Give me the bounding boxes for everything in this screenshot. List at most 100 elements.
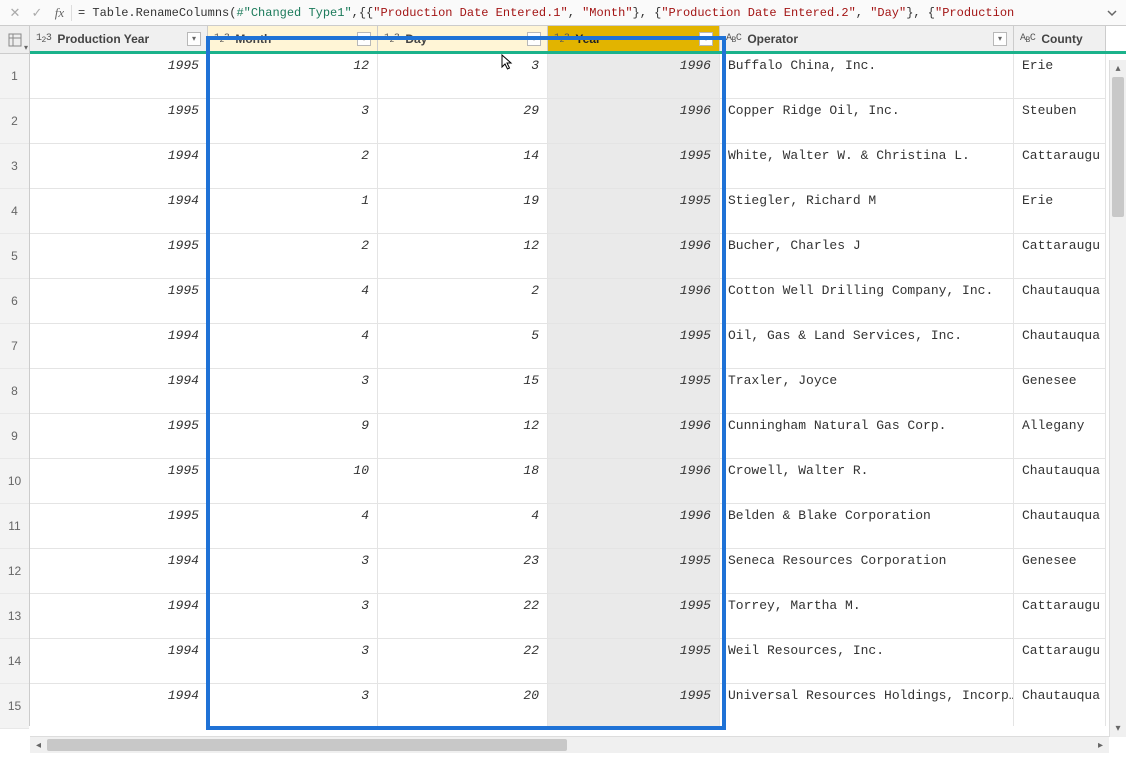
- formula-input[interactable]: = Table.RenameColumns(#"Changed Type1",{…: [78, 6, 1102, 20]
- cell-day[interactable]: 18: [378, 459, 548, 504]
- cell-day[interactable]: 3: [378, 54, 548, 99]
- row-number[interactable]: 10: [0, 459, 29, 504]
- cell-production-year[interactable]: 1994: [30, 189, 208, 234]
- row-number[interactable]: 1: [0, 54, 29, 99]
- column-header-day[interactable]: 123 Day ▾: [378, 26, 548, 51]
- table-options-button[interactable]: ▾: [0, 26, 29, 54]
- cell-county[interactable]: Genesee: [1014, 549, 1106, 594]
- scroll-track[interactable]: [47, 737, 1092, 753]
- cell-production-year[interactable]: 1995: [30, 459, 208, 504]
- cell-day[interactable]: 4: [378, 504, 548, 549]
- cell-day[interactable]: 12: [378, 234, 548, 279]
- cell-production-year[interactable]: 1994: [30, 639, 208, 684]
- cell-county[interactable]: Chautauqua: [1014, 279, 1106, 324]
- filter-button[interactable]: ▾: [357, 32, 371, 46]
- cell-operator[interactable]: Traxler, Joyce: [720, 369, 1014, 414]
- cell-operator[interactable]: Universal Resources Holdings, Incorp…: [720, 684, 1014, 726]
- vertical-scrollbar[interactable]: ▴ ▾: [1109, 60, 1126, 737]
- cell-day[interactable]: 15: [378, 369, 548, 414]
- cell-month[interactable]: 3: [208, 639, 378, 684]
- filter-button[interactable]: ▾: [699, 32, 713, 46]
- row-number[interactable]: 8: [0, 369, 29, 414]
- cell-year[interactable]: 1996: [548, 459, 720, 504]
- cell-year[interactable]: 1996: [548, 99, 720, 144]
- cancel-formula-button[interactable]: ✕: [4, 2, 26, 24]
- cell-year[interactable]: 1995: [548, 324, 720, 369]
- table-row[interactable]: 19959121996Cunningham Natural Gas Corp.A…: [30, 414, 1126, 459]
- table-row[interactable]: 19953291996Copper Ridge Oil, Inc.Steuben: [30, 99, 1126, 144]
- table-row[interactable]: 19943221995Torrey, Martha M.Cattaraugu: [30, 594, 1126, 639]
- table-row[interactable]: 19943151995Traxler, JoyceGenesee: [30, 369, 1126, 414]
- cell-county[interactable]: Erie: [1014, 54, 1106, 99]
- cell-operator[interactable]: Seneca Resources Corporation: [720, 549, 1014, 594]
- cell-month[interactable]: 4: [208, 504, 378, 549]
- cell-county[interactable]: Cattaraugu: [1014, 639, 1106, 684]
- cell-year[interactable]: 1996: [548, 504, 720, 549]
- scroll-track[interactable]: [1110, 77, 1126, 720]
- cell-production-year[interactable]: 1994: [30, 144, 208, 189]
- row-number[interactable]: 7: [0, 324, 29, 369]
- cell-day[interactable]: 19: [378, 189, 548, 234]
- row-number[interactable]: 2: [0, 99, 29, 144]
- cell-day[interactable]: 20: [378, 684, 548, 726]
- cell-day[interactable]: 22: [378, 594, 548, 639]
- cell-month[interactable]: 10: [208, 459, 378, 504]
- cell-operator[interactable]: Buffalo China, Inc.: [720, 54, 1014, 99]
- cell-production-year[interactable]: 1994: [30, 324, 208, 369]
- table-row[interactable]: 199510181996Crowell, Walter R.Chautauqua: [30, 459, 1126, 504]
- scroll-thumb[interactable]: [1112, 77, 1124, 217]
- row-number[interactable]: 15: [0, 684, 29, 729]
- scroll-down-button[interactable]: ▾: [1110, 720, 1126, 737]
- cell-day[interactable]: 12: [378, 414, 548, 459]
- cell-operator[interactable]: Torrey, Martha M.: [720, 594, 1014, 639]
- cell-production-year[interactable]: 1994: [30, 684, 208, 726]
- cell-day[interactable]: 29: [378, 99, 548, 144]
- cell-month[interactable]: 3: [208, 99, 378, 144]
- table-row[interactable]: 19943201995Universal Resources Holdings,…: [30, 684, 1126, 726]
- cell-production-year[interactable]: 1995: [30, 414, 208, 459]
- table-row[interactable]: 1994451995Oil, Gas & Land Services, Inc.…: [30, 324, 1126, 369]
- row-number[interactable]: 5: [0, 234, 29, 279]
- cell-county[interactable]: Allegany: [1014, 414, 1106, 459]
- cell-month[interactable]: 1: [208, 189, 378, 234]
- cell-operator[interactable]: Cotton Well Drilling Company, Inc.: [720, 279, 1014, 324]
- cell-operator[interactable]: Belden & Blake Corporation: [720, 504, 1014, 549]
- cell-year[interactable]: 1996: [548, 279, 720, 324]
- cell-county[interactable]: Chautauqua: [1014, 684, 1106, 726]
- cell-month[interactable]: 9: [208, 414, 378, 459]
- expand-formula-button[interactable]: [1102, 3, 1122, 23]
- cell-operator[interactable]: Weil Resources, Inc.: [720, 639, 1014, 684]
- cell-year[interactable]: 1996: [548, 54, 720, 99]
- cell-production-year[interactable]: 1995: [30, 234, 208, 279]
- filter-button[interactable]: ▾: [993, 32, 1007, 46]
- table-row[interactable]: 19943231995Seneca Resources CorporationG…: [30, 549, 1126, 594]
- column-header-production-year[interactable]: 123 Production Year ▾: [30, 26, 208, 51]
- cell-month[interactable]: 12: [208, 54, 378, 99]
- cell-month[interactable]: 4: [208, 279, 378, 324]
- cell-county[interactable]: Cattaraugu: [1014, 594, 1106, 639]
- filter-button[interactable]: ▾: [527, 32, 541, 46]
- cell-operator[interactable]: Bucher, Charles J: [720, 234, 1014, 279]
- cell-production-year[interactable]: 1995: [30, 54, 208, 99]
- cell-county[interactable]: Steuben: [1014, 99, 1106, 144]
- cell-operator[interactable]: Stiegler, Richard M: [720, 189, 1014, 234]
- cell-operator[interactable]: Copper Ridge Oil, Inc.: [720, 99, 1014, 144]
- cell-month[interactable]: 3: [208, 594, 378, 639]
- cell-day[interactable]: 23: [378, 549, 548, 594]
- row-number[interactable]: 14: [0, 639, 29, 684]
- scroll-up-button[interactable]: ▴: [1110, 60, 1126, 77]
- cell-day[interactable]: 14: [378, 144, 548, 189]
- row-number[interactable]: 3: [0, 144, 29, 189]
- cell-month[interactable]: 3: [208, 369, 378, 414]
- table-row[interactable]: 19952121996Bucher, Charles JCattaraugu: [30, 234, 1126, 279]
- cell-month[interactable]: 4: [208, 324, 378, 369]
- column-header-operator[interactable]: ABC Operator ▾: [720, 26, 1014, 51]
- table-row[interactable]: 19951231996Buffalo China, Inc.Erie: [30, 54, 1126, 99]
- table-row[interactable]: 19942141995White, Walter W. & Christina …: [30, 144, 1126, 189]
- cell-operator[interactable]: Oil, Gas & Land Services, Inc.: [720, 324, 1014, 369]
- cell-day[interactable]: 2: [378, 279, 548, 324]
- cell-month[interactable]: 3: [208, 549, 378, 594]
- cell-production-year[interactable]: 1995: [30, 99, 208, 144]
- column-header-county[interactable]: ABC County: [1014, 26, 1106, 51]
- row-number[interactable]: 4: [0, 189, 29, 234]
